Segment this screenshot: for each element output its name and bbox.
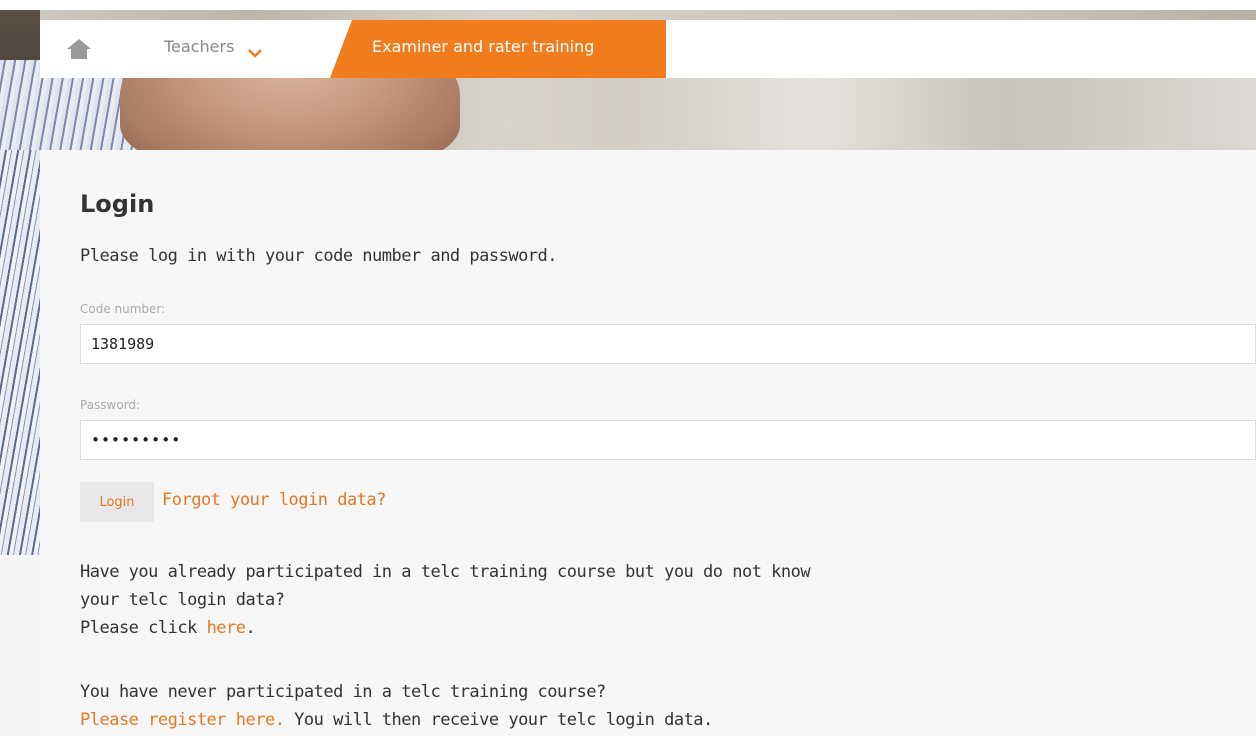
participated-line-2: your telc login data?	[80, 590, 285, 610]
code-number-field[interactable]	[80, 324, 1256, 364]
breadcrumb-teachers-label: Teachers	[164, 37, 235, 56]
register-paragraph: You have never participated in a telc tr…	[80, 678, 713, 734]
login-panel: Login Please log in with your code numbe…	[40, 150, 1256, 736]
page-title: Login	[80, 190, 155, 218]
code-number-label: Code number:	[80, 302, 166, 316]
top-strip	[0, 0, 1256, 10]
breadcrumb-teachers[interactable]: Teachers	[164, 37, 262, 58]
register-line-2: Please register here. You will then rece…	[80, 706, 713, 734]
click-prefix: Please click	[80, 618, 207, 638]
register-suffix: You will then receive your telc login da…	[284, 710, 713, 730]
page: Teachers Examiner and rater training Log…	[0, 0, 1256, 736]
participated-line-1: Have you already participated in a telc …	[80, 562, 811, 582]
hero-shirt-side	[0, 150, 40, 555]
password-field[interactable]	[80, 420, 1256, 460]
breadcrumb-active-tab[interactable]: Examiner and rater training	[330, 20, 666, 78]
participated-paragraph: Have you already participated in a telc …	[80, 558, 811, 642]
click-suffix: .	[245, 618, 256, 638]
breadcrumb: Teachers Examiner and rater training	[40, 20, 1256, 78]
left-margin	[0, 555, 40, 736]
register-line-1: You have never participated in a telc tr…	[80, 682, 606, 702]
login-button[interactable]: Login	[80, 482, 154, 522]
register-link[interactable]: Please register here.	[80, 710, 285, 730]
participated-line-3: Please click here.	[80, 614, 810, 642]
password-label: Password:	[80, 398, 141, 412]
forgot-login-link[interactable]: Forgot your login data?	[162, 490, 386, 510]
chevron-down-icon	[247, 43, 262, 58]
login-intro: Please log in with your code number and …	[80, 246, 558, 266]
active-tab-label: Examiner and rater training	[372, 37, 595, 56]
here-link[interactable]: here	[207, 618, 246, 638]
home-icon[interactable]	[66, 38, 92, 60]
